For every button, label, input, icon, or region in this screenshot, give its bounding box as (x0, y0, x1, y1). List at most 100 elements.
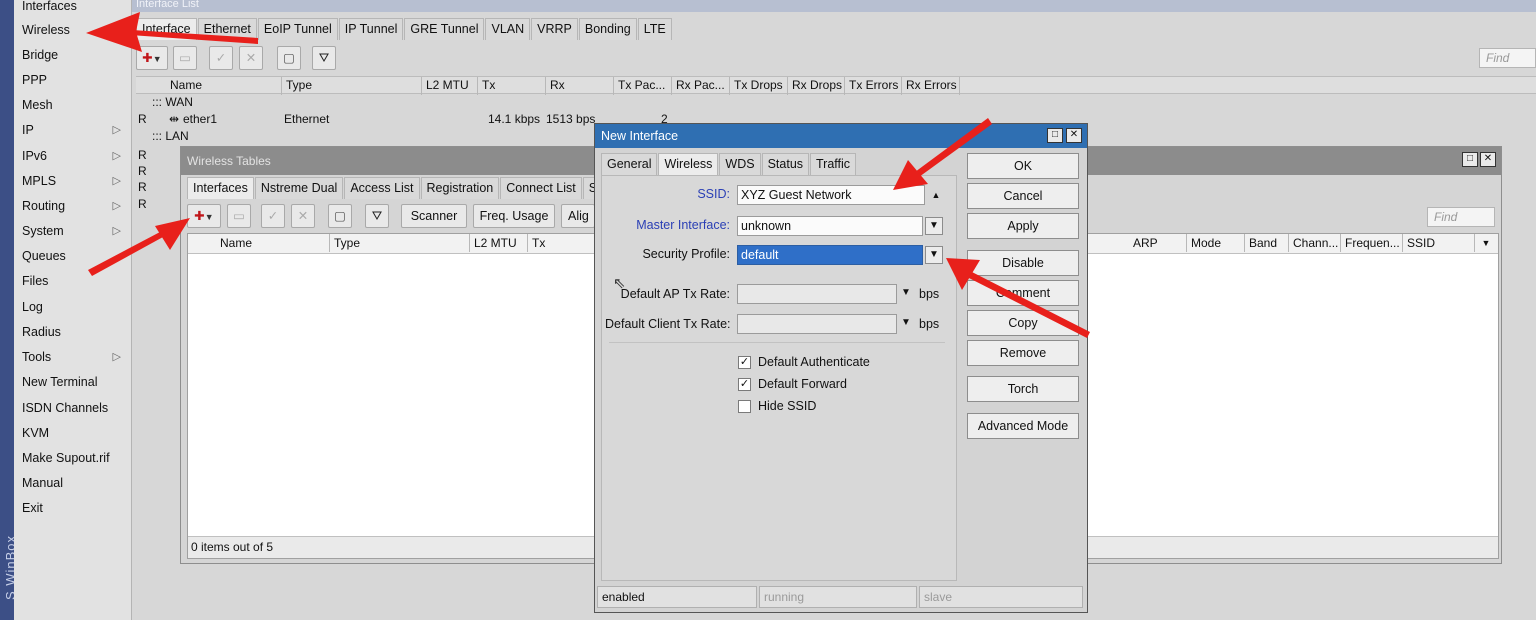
menu-item-exit[interactable]: Exit (14, 496, 131, 520)
filter-button[interactable]: ⛛ (365, 204, 389, 228)
menu-item-tools[interactable]: Tools ▷ (14, 345, 131, 369)
menu-item-mpls[interactable]: MPLS ▷ (14, 169, 131, 193)
filter-button[interactable]: ⛛ (312, 46, 336, 70)
column-type[interactable]: Type (330, 234, 470, 252)
maximize-icon[interactable]: □ (1462, 152, 1478, 167)
tab-general[interactable]: General (601, 153, 658, 175)
close-icon[interactable]: ✕ (1066, 128, 1082, 143)
copy-button[interactable]: Copy (967, 310, 1079, 336)
disable-button[interactable]: Disable (967, 250, 1079, 276)
menu-item-new-terminal[interactable]: New Terminal (14, 370, 131, 394)
column-l2mtu[interactable]: L2 MTU (422, 77, 478, 95)
tab-ip-tunnel[interactable]: IP Tunnel (338, 18, 404, 40)
column-rx-packets[interactable]: Rx Pac... (672, 77, 730, 95)
menu-item-mesh[interactable]: Mesh (14, 93, 131, 117)
menu-item-files[interactable]: Files (14, 269, 131, 293)
security-profile-select[interactable]: default (737, 245, 923, 265)
menu-item-manual[interactable]: Manual (14, 471, 131, 495)
column-rx-errors[interactable]: Rx Errors (902, 77, 960, 95)
tab-gre-tunnel[interactable]: GRE Tunnel (404, 18, 485, 40)
comment-button[interactable]: ▢ (328, 204, 352, 228)
menu-item-bridge[interactable]: Bridge (14, 43, 131, 67)
column-rx[interactable]: Rx (546, 77, 614, 95)
tab-wireless[interactable]: Wireless (658, 153, 719, 175)
column-tx-packets[interactable]: Tx Pac... (614, 77, 672, 95)
enable-button[interactable]: ✓ (261, 204, 285, 228)
ssid-input[interactable]: XYZ Guest Network (737, 185, 925, 205)
freq-usage-button[interactable]: Freq. Usage (473, 204, 555, 228)
collapse-arrow-icon[interactable]: ▲ (928, 187, 944, 203)
dropdown-icon[interactable]: ▼ (901, 317, 911, 328)
torch-button[interactable]: Torch (967, 376, 1079, 402)
remove-button[interactable]: ▭ (173, 46, 197, 70)
master-interface-select[interactable]: unknown (737, 216, 923, 236)
close-icon[interactable]: ✕ (1480, 152, 1496, 167)
tab-connect-list[interactable]: Connect List (500, 177, 582, 199)
interface-find-input[interactable]: Find (1479, 48, 1536, 68)
column-name[interactable]: Name (166, 77, 282, 95)
tab-registration[interactable]: Registration (420, 177, 500, 199)
dropdown-icon[interactable]: ▼ (925, 217, 943, 235)
tab-bonding[interactable]: Bonding (578, 18, 637, 40)
menu-item-wireless[interactable]: Wireless (14, 18, 131, 42)
menu-item-kvm[interactable]: KVM (14, 421, 131, 445)
menu-item-log[interactable]: Log (14, 295, 131, 319)
default-client-tx-rate-input[interactable] (737, 314, 897, 334)
disable-button[interactable]: ✕ (239, 46, 263, 70)
comment-button[interactable]: Comment (967, 280, 1079, 306)
remove-button[interactable]: Remove (967, 340, 1079, 366)
tab-eoip-tunnel[interactable]: EoIP Tunnel (257, 18, 338, 40)
column-channel[interactable]: Chann... (1289, 234, 1341, 252)
column-tx[interactable]: Tx (528, 234, 598, 252)
columns-menu-icon[interactable]: ▼ (1478, 236, 1494, 251)
menu-item-queues[interactable]: Queues (14, 244, 131, 268)
default-ap-tx-rate-input[interactable] (737, 284, 897, 304)
add-wireless-button[interactable]: ✚▼ (187, 204, 221, 228)
tab-access-list[interactable]: Access List (344, 177, 420, 199)
comment-button[interactable]: ▢ (277, 46, 301, 70)
enable-button[interactable]: ✓ (209, 46, 233, 70)
menu-item-interfaces[interactable]: Interfaces (14, 0, 131, 18)
remove-button[interactable]: ▭ (227, 204, 251, 228)
menu-item-system[interactable]: System ▷ (14, 219, 131, 243)
default-forward-checkbox[interactable]: ✓ (738, 378, 751, 391)
advanced-mode-button[interactable]: Advanced Mode (967, 413, 1079, 439)
column-arp[interactable]: ARP (1129, 234, 1187, 252)
tab-lte[interactable]: LTE (637, 18, 672, 40)
default-authenticate-checkbox[interactable]: ✓ (738, 356, 751, 369)
dropdown-icon[interactable]: ▼ (901, 287, 911, 298)
column-rx-drops[interactable]: Rx Drops (788, 77, 845, 95)
tab-traffic[interactable]: Traffic (810, 153, 857, 175)
column-l2mtu[interactable]: L2 MTU (470, 234, 528, 252)
tab-wireless-interfaces[interactable]: Interfaces (187, 177, 254, 199)
column-frequency[interactable]: Frequen... (1341, 234, 1403, 252)
column-mode[interactable]: Mode (1187, 234, 1245, 252)
cancel-button[interactable]: Cancel (967, 183, 1079, 209)
column-name[interactable]: Name (216, 234, 330, 252)
ok-button[interactable]: OK (967, 153, 1079, 179)
tab-vlan[interactable]: VLAN (485, 18, 531, 40)
menu-item-radius[interactable]: Radius (14, 320, 131, 344)
hide-ssid-checkbox[interactable] (738, 400, 751, 413)
tab-ethernet[interactable]: Ethernet (197, 18, 257, 40)
column-band[interactable]: Band (1245, 234, 1289, 252)
tab-status[interactable]: Status (761, 153, 810, 175)
wireless-find-input[interactable]: Find (1427, 207, 1495, 227)
column-type[interactable]: Type (282, 77, 422, 95)
tab-wds[interactable]: WDS (719, 153, 761, 175)
column-tx[interactable]: Tx (478, 77, 546, 95)
menu-item-make-supout[interactable]: Make Supout.rif (14, 446, 131, 470)
disable-button[interactable]: ✕ (291, 204, 315, 228)
align-button[interactable]: Alig (561, 204, 595, 228)
tab-vrrp[interactable]: VRRP (531, 18, 578, 40)
menu-item-ppp[interactable]: PPP (14, 68, 131, 92)
column-tx-drops[interactable]: Tx Drops (730, 77, 788, 95)
tab-nstreme-dual[interactable]: Nstreme Dual (254, 177, 344, 199)
apply-button[interactable]: Apply (967, 213, 1079, 239)
menu-item-ipv6[interactable]: IPv6 ▷ (14, 144, 131, 168)
tab-interface[interactable]: Interface (136, 18, 197, 40)
menu-item-ip[interactable]: IP ▷ (14, 118, 131, 142)
dropdown-icon[interactable]: ▼ (925, 246, 943, 264)
maximize-icon[interactable]: □ (1047, 128, 1063, 143)
scanner-button[interactable]: Scanner (401, 204, 467, 228)
